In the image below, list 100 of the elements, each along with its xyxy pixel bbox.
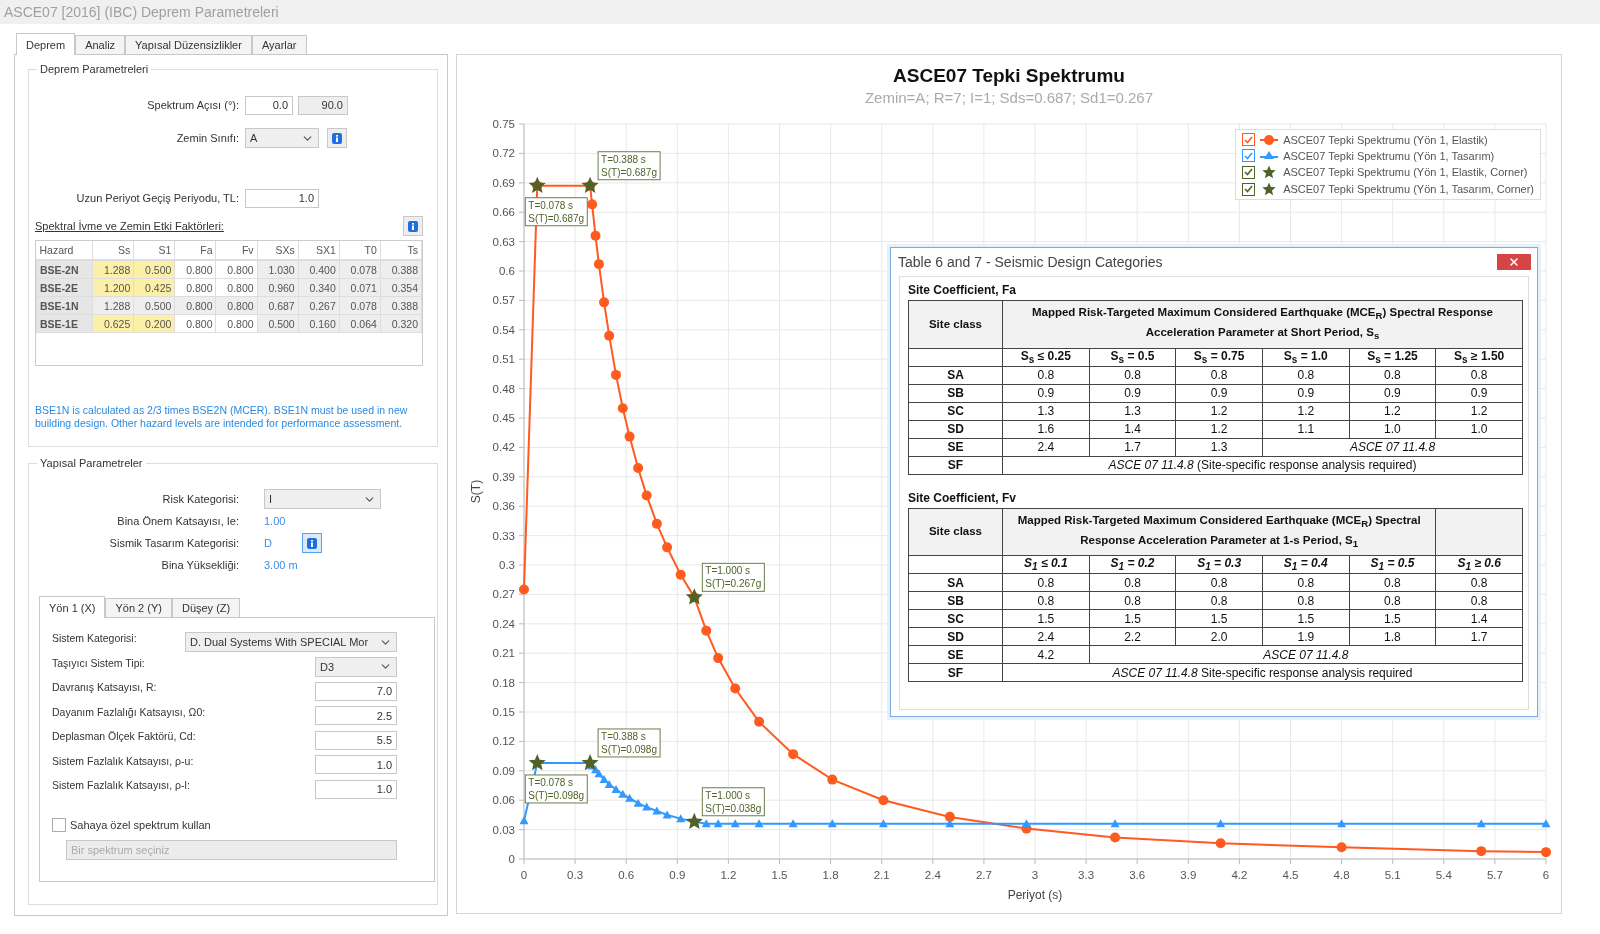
input-field[interactable]: 0.0 [245,95,293,115]
field-label: Sistem Fazlalık Katsayısı, ρ-l: [52,778,190,791]
circle-marker [519,584,529,595]
axis-tick-label: 4.5 [1282,869,1299,881]
star-marker [581,754,599,771]
checkbox[interactable] [1242,165,1256,179]
table-cell: 1.2 [1435,402,1523,421]
table-header: Mapped Risk-Targeted Maximum Considered Earthquake (MCE$_{R}$) Spectral Response Acceleration Parameter at 1-s Period, S$_{1}$ [1002,508,1436,556]
axis-tick-label: 0.3 [567,869,584,881]
checkbox[interactable] [1242,149,1256,162]
tab[interactable]: Ayarlar [251,35,307,54]
table-cell: ASCE 07 11.4.8 (Site-specific response analysis required) [1002,456,1523,475]
table-cell: 0.8 [1089,366,1176,385]
axis-tick-label: 0.54 [492,323,515,336]
dropdown[interactable]: D3 [315,656,397,677]
input-field[interactable]: 2.5 [315,706,397,726]
tab[interactable]: Deprem [16,33,76,55]
table-cell: 2.4 [1002,627,1090,646]
dropdown[interactable]: A [245,128,319,148]
input-field[interactable]: 1.0 [245,188,319,208]
info-note: BSE1N is calculated as 2/3 times BSE2N (MCER). BSE1N must be used in new building design. Other hazard levels are intended for performance assessment. [35,404,409,430]
close-button[interactable] [1497,254,1531,270]
table-cell: 0.8 [1175,573,1263,592]
circle-marker [604,330,615,341]
triangle-marker [1541,819,1551,828]
column-header: S$_{1}$ = 0.4 [1262,555,1350,574]
table-cell: 0.8 [1349,591,1436,610]
input-field[interactable]: 1.0 [315,779,397,799]
circle-marker [701,625,712,636]
circle-marker-icon [1260,133,1279,146]
circle-marker [1110,832,1121,843]
annotation-text: T=0.078 s S(T)=0.098g [528,776,585,801]
window-title: ASCE07 [2016] (IBC) Deprem Parametreleri [4,4,279,20]
axis-tick-label: 0.48 [492,382,515,395]
triangle-marker [1022,819,1031,828]
checkbox[interactable] [1242,182,1256,196]
axis-tick-label: 0.6 [618,869,635,881]
axis-tick-label: 0.06 [492,794,515,807]
axis-tick-label: 0.24 [492,617,515,630]
table-cell: 2.4 [1002,438,1090,457]
axis-tick-label: 0.33 [492,529,515,542]
section-link[interactable]: Spektral İvme ve Zemin Etki Faktörleri: [35,220,224,232]
circle-marker [1215,838,1226,849]
info-button[interactable] [403,216,423,236]
field-label: Sistem Kategorisi: [52,631,137,644]
tab[interactable]: Yön 2 (Y) [105,598,172,617]
axis-tick-label: 0.6 [499,265,515,277]
triangle-marker [625,793,635,802]
table-cell: 0.8 [1089,573,1176,592]
table-cell: 0.8 [1349,573,1436,592]
input-field[interactable]: 7.0 [315,681,397,701]
circle-marker [611,369,621,380]
triangle-marker [652,806,662,815]
field-label: Sismik Tasarım Kategorisi: [108,537,239,549]
triangle-marker [662,810,672,819]
axis-tick-label: 0.12 [492,735,515,748]
table-cell: 0.8 [1002,366,1090,385]
dropdown[interactable]: I [264,489,381,509]
legend-label: ASCE07 Tepki Spektrumu (Yön 1, Tasarım) [1283,149,1495,162]
table-cell: SD [908,420,1003,439]
triangle-marker [730,819,740,828]
table-cell: 0.8 [1435,366,1523,385]
circle-marker [590,230,601,241]
star-marker [685,812,703,829]
axis-tick-label: 1.5 [771,869,788,881]
dropdown[interactable]: D. Dual Systems With SPECIAL Mor [185,632,397,653]
triangle-marker [1110,819,1120,828]
tab[interactable]: Yön 1 (X) [39,596,106,618]
circle-marker [651,518,662,529]
info-button[interactable] [302,533,322,553]
table-cell: 0.9 [1002,384,1090,403]
circle-marker [878,795,889,806]
axis-tick-label: 0.18 [492,676,515,689]
axis-tick-label: 5.1 [1384,869,1401,881]
input-field[interactable]: 5.5 [315,730,397,750]
tab[interactable]: Analiz [75,35,126,54]
star-marker [528,754,546,771]
table-cell: 1.5 [1175,609,1263,628]
table-cell: 1.8 [1349,627,1436,646]
table-cell: ASCE 07 11.4.8 [1089,645,1523,664]
checkbox[interactable] [1242,133,1256,146]
circle-marker [617,403,628,414]
field-value: 3.00 m [264,559,298,571]
axis-tick-label: 4.8 [1333,869,1350,881]
input-field[interactable]: 1.0 [315,755,397,775]
triangle-marker [754,819,764,828]
table-caption: Site Coefficient, Fv [908,490,1018,505]
tab[interactable]: Düşey (Z) [171,598,241,617]
tab[interactable]: Yapısal Düzensizlikler [125,35,252,54]
annotation-text: T=0.388 s S(T)=0.687g [601,153,657,178]
circle-marker [788,749,799,760]
circle-marker [944,811,955,822]
legend-label: ASCE07 Tepki Spektrumu (Yön 1, Elastik) [1283,133,1488,146]
table-cell: 1.5 [1349,609,1436,628]
chart-title: ASCE07 Tepki Spektrumu [893,65,1125,87]
circle-marker [1336,842,1347,853]
axis-tick-label: 4.2 [1231,869,1248,881]
info-button[interactable] [327,128,347,148]
checkbox[interactable] [52,817,66,832]
table-cell: 1.7 [1435,627,1523,646]
